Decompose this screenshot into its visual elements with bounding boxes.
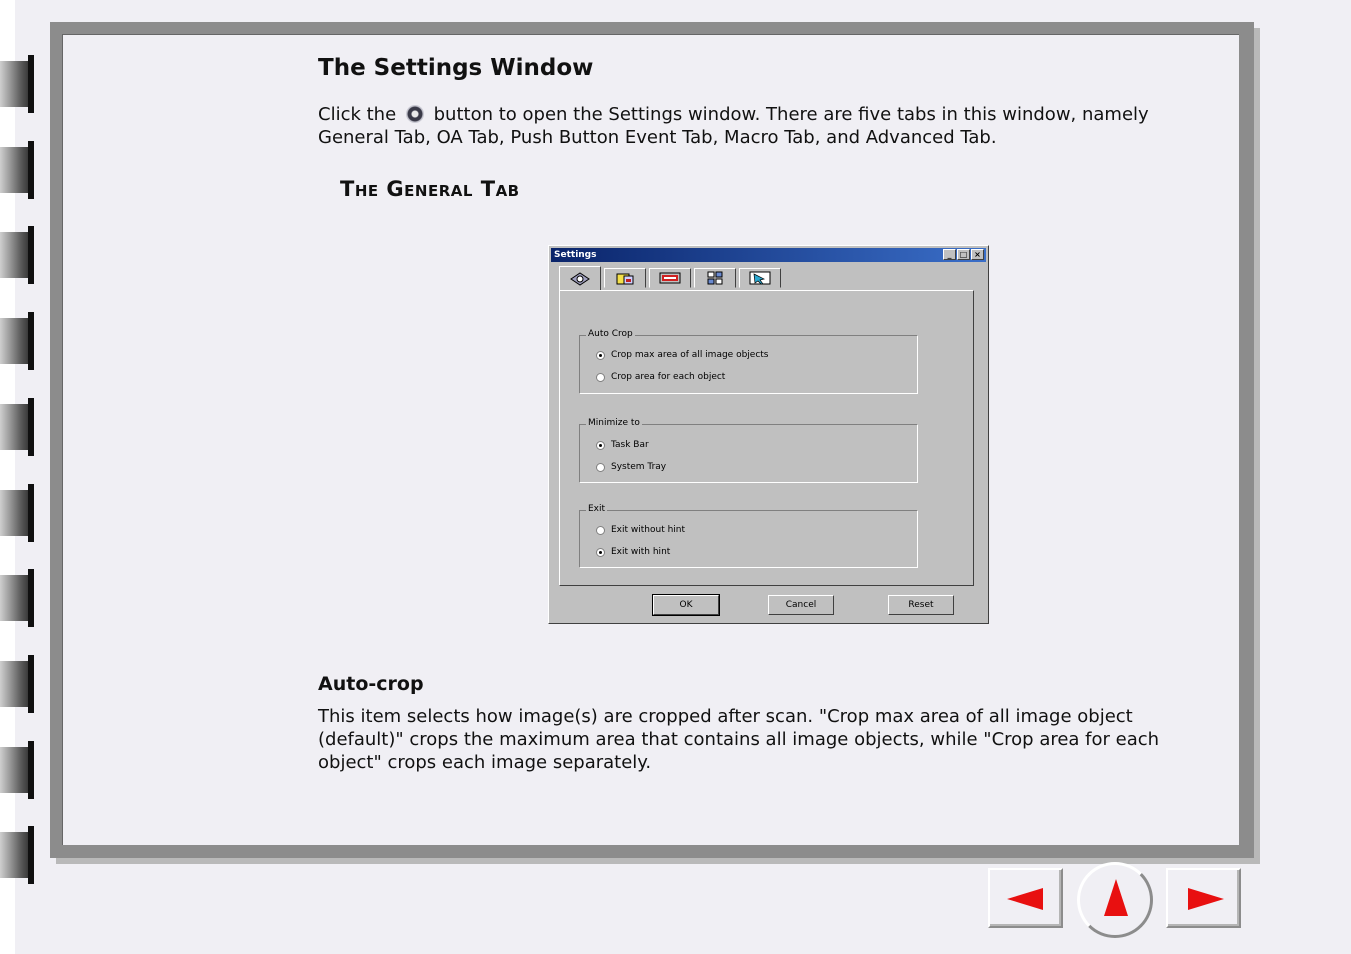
up-page-button[interactable] xyxy=(1077,862,1153,938)
close-button[interactable]: × xyxy=(971,249,984,260)
tab-macro[interactable] xyxy=(694,268,736,288)
tab-oa[interactable] xyxy=(604,268,646,288)
push-button-event-tab-icon xyxy=(659,272,681,284)
exit-group-label: Exit xyxy=(586,504,608,514)
radio-button[interactable] xyxy=(596,372,605,382)
section-heading-general-tab: The General Tab xyxy=(340,177,520,201)
settings-icon xyxy=(405,105,424,123)
dialog-title: Settings xyxy=(554,250,597,260)
intro-paragraph: Click the button to open the Settings wi… xyxy=(318,103,1218,149)
maximize-button[interactable]: □ xyxy=(957,249,970,260)
macro-tab-icon xyxy=(707,271,723,285)
binder-ring xyxy=(0,226,34,285)
up-arrow-icon xyxy=(1104,879,1128,916)
auto-crop-option-max[interactable]: Crop max area of all image objects xyxy=(596,350,769,360)
intro-text-after: button to open the Settings window. Ther… xyxy=(318,104,1149,148)
auto-crop-group-label: Auto Crop xyxy=(586,329,635,339)
exit-option-with-hint[interactable]: Exit with hint xyxy=(596,547,670,557)
radio-button-selected[interactable] xyxy=(596,350,605,360)
tab-push-button-event[interactable] xyxy=(649,268,691,288)
intro-text-before: Click the xyxy=(318,104,397,125)
binder-ring xyxy=(0,740,34,799)
autocrop-heading: Auto-crop xyxy=(318,673,424,695)
dialog-tabs xyxy=(559,266,784,290)
minimize-to-group-label: Minimize to xyxy=(586,418,642,428)
tab-advanced[interactable] xyxy=(739,268,781,288)
page-title: The Settings Window xyxy=(318,55,594,81)
cancel-button[interactable]: Cancel xyxy=(768,595,834,615)
left-arrow-icon xyxy=(1007,888,1043,910)
previous-page-button[interactable] xyxy=(988,868,1063,928)
reset-button[interactable]: Reset xyxy=(888,595,954,615)
radio-button[interactable] xyxy=(596,462,605,472)
binder-ring xyxy=(0,569,34,628)
dialog-title-bar: Settings _ □ × xyxy=(551,248,986,262)
exit-group: Exit Exit without hint Exit with hint xyxy=(579,504,918,568)
next-page-button[interactable] xyxy=(1166,868,1241,928)
binder-ring xyxy=(0,826,34,885)
binder-ring xyxy=(0,654,34,713)
auto-crop-option-each[interactable]: Crop area for each object xyxy=(596,372,725,382)
binder-ring xyxy=(0,483,34,542)
general-tab-icon xyxy=(570,271,590,286)
minimize-option-systray[interactable]: System Tray xyxy=(596,462,666,472)
exit-option-without-hint[interactable]: Exit without hint xyxy=(596,525,685,535)
general-tab-panel: Auto Crop Crop max area of all image obj… xyxy=(559,290,974,586)
minimize-to-group: Minimize to Task Bar System Tray xyxy=(579,418,918,483)
advanced-tab-icon xyxy=(749,271,771,285)
oa-tab-icon xyxy=(616,273,634,285)
radio-button-selected[interactable] xyxy=(596,547,605,557)
auto-crop-option-each-label: Crop area for each object xyxy=(611,372,726,382)
autocrop-paragraph: This item selects how image(s) are cropp… xyxy=(318,706,1160,773)
tab-general[interactable] xyxy=(559,266,601,290)
binder-ring xyxy=(0,140,34,199)
minimize-option-taskbar-label: Task Bar xyxy=(611,440,649,450)
binder-ring xyxy=(0,397,34,456)
exit-option-without-hint-label: Exit without hint xyxy=(611,525,686,535)
right-arrow-icon xyxy=(1188,888,1224,910)
ok-button[interactable]: OK xyxy=(652,594,720,616)
binder-ring xyxy=(0,55,34,113)
minimize-option-systray-label: System Tray xyxy=(611,462,667,472)
minimize-button[interactable]: _ xyxy=(943,249,956,260)
settings-dialog: Settings _ □ × Auto Crop Crop max area o… xyxy=(548,245,989,624)
auto-crop-group: Auto Crop Crop max area of all image obj… xyxy=(579,329,918,394)
binder-ring xyxy=(0,312,34,371)
radio-button-selected[interactable] xyxy=(596,440,605,450)
exit-option-with-hint-label: Exit with hint xyxy=(611,547,671,557)
radio-button[interactable] xyxy=(596,525,605,535)
auto-crop-option-max-label: Crop max area of all image objects xyxy=(611,350,769,360)
minimize-option-taskbar[interactable]: Task Bar xyxy=(596,440,649,450)
